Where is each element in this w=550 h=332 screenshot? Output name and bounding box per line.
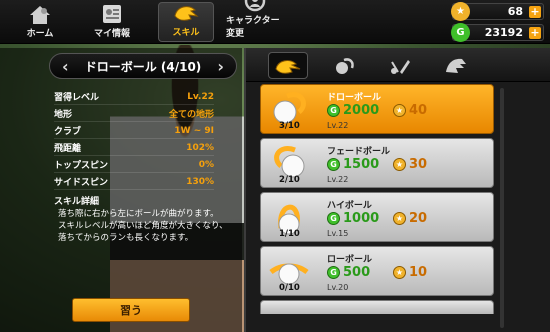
gold-coin-icon: G <box>327 212 340 225</box>
star-cost: ★ 30 <box>393 157 427 172</box>
stat-label: クラブ <box>54 127 82 137</box>
stat-label: 習得レベル <box>54 93 100 103</box>
nav-tab-character-change[interactable]: キャラクター変更 <box>226 0 284 42</box>
gold-count: 23192 <box>484 26 523 39</box>
skill-level: 0/10 <box>279 283 300 293</box>
star-coin-icon: ★ <box>393 266 406 279</box>
next-skill-arrow-icon[interactable]: › <box>217 57 224 76</box>
gold-cost: G 2000 <box>327 103 379 118</box>
nav-tab-label: ホーム <box>26 29 54 39</box>
skill-detail-header: ‹ ドローボール (4/10) › <box>49 53 237 79</box>
required-level: Lv.20 <box>327 283 349 292</box>
skill-category-tabs <box>246 48 550 82</box>
skill-level: 3/10 <box>279 121 300 131</box>
stat-value: Lv.22 <box>187 91 214 102</box>
star-coin-icon: ★ <box>393 104 406 117</box>
skill-card-draw-ball[interactable]: 3/10 ドローボール G 2000 ★ 40 Lv.22 <box>260 84 494 134</box>
star-cost: ★ 40 <box>393 103 427 118</box>
description-line: 落ちてからのランも長くなります。 <box>58 233 194 243</box>
skill-name: ドローボール <box>327 93 382 103</box>
ball-skill-icon <box>275 59 301 74</box>
skill-card-low-ball[interactable]: 0/10 ローボール G 500 ★ 10 Lv.20 <box>260 246 494 296</box>
gold-cost: G 500 <box>327 265 370 280</box>
star-cost: ★ 10 <box>393 265 427 280</box>
description-line: 落ち際に右から左にボールが曲がります。 <box>58 209 219 219</box>
skill-detail-heading: スキル詳細 <box>54 197 100 207</box>
skill-name: ローボール <box>327 255 373 265</box>
skill-list-scrollbar[interactable] <box>500 88 504 328</box>
special-skill-icon <box>446 58 466 73</box>
add-stars-button[interactable]: + <box>529 6 541 18</box>
skill-detail-title: ドローボール (4/10) <box>84 59 202 74</box>
tab-special-skills[interactable] <box>436 52 476 79</box>
stat-label: 地形 <box>54 110 73 120</box>
skill-name: ハイボール <box>327 201 372 211</box>
stat-label: サイドスピン <box>54 178 109 188</box>
skill-name: フェードボール <box>327 147 391 157</box>
stat-value: 1W ~ 9I <box>174 125 214 136</box>
spin-skill-icon <box>336 57 354 74</box>
gold-coin-icon: G <box>327 266 340 279</box>
star-count: 68 <box>507 5 523 18</box>
star-currency: ★ 68 + <box>451 2 544 21</box>
stat-row: トップスピン 0% <box>54 157 214 173</box>
skill-icon <box>173 2 199 24</box>
nav-tab-my-info[interactable]: マイ情報 <box>88 2 136 42</box>
gold-coin-icon: G <box>327 158 340 171</box>
star-coin-icon: ★ <box>393 158 406 171</box>
skill-level: 2/10 <box>279 175 300 185</box>
prev-skill-arrow-icon[interactable]: ‹ <box>62 57 69 76</box>
nav-tab-home[interactable]: ホーム <box>20 2 60 42</box>
skill-card-high-ball[interactable]: 1/10 ハイボール G 1000 ★ 20 Lv.15 <box>260 192 494 242</box>
stat-row: クラブ 1W ~ 9I <box>54 123 214 139</box>
gold-coin-icon: G <box>327 104 340 117</box>
character-change-icon <box>242 0 268 12</box>
skill-description: 落ち際に右から左にボールが曲がります。 スキルレベルが高いほど角度が大きくなり、… <box>58 208 238 244</box>
stat-value: 0% <box>198 159 214 170</box>
star-coin-icon: ★ <box>451 2 470 21</box>
profile-card-icon <box>99 2 125 25</box>
skill-list-panel: 3/10 ドローボール G 2000 ★ 40 Lv.22 2/10 フェードボール… <box>244 48 550 332</box>
stat-row: 習得レベル Lv.22 <box>54 89 214 105</box>
gold-cost: G 1000 <box>327 211 379 226</box>
tab-spin-skills[interactable] <box>324 52 364 79</box>
club-skill-icon <box>391 59 410 74</box>
stat-row: 飛距離 102% <box>54 140 214 156</box>
skill-level: 1/10 <box>279 229 300 239</box>
skill-card-fade-ball[interactable]: 2/10 フェードボール G 1500 ★ 30 Lv.22 <box>260 138 494 188</box>
tab-club-skills[interactable] <box>380 52 420 79</box>
nav-tab-label: キャラクター変更 <box>226 16 280 39</box>
top-nav-bar: ホーム マイ情報 スキル キャラクター変更 ★ 68 + G 23192 + <box>0 0 550 44</box>
stat-value: 102% <box>186 142 214 153</box>
star-cost: ★ 20 <box>393 211 427 226</box>
gold-cost: G 1500 <box>327 157 379 172</box>
skill-card-partial[interactable] <box>260 300 494 314</box>
stat-row: サイドスピン 130% <box>54 174 214 190</box>
stat-value: 全ての地形 <box>168 110 214 120</box>
required-level: Lv.15 <box>327 229 349 238</box>
learn-button[interactable]: 習う <box>72 298 190 322</box>
description-line: スキルレベルが高いほど角度が大きくなり、 <box>58 221 228 231</box>
skill-detail-panel: ‹ ドローボール (4/10) › 習得レベル Lv.22 地形 全ての地形 ク… <box>0 48 242 332</box>
required-level: Lv.22 <box>327 121 349 130</box>
nav-tab-label: スキル <box>172 28 200 38</box>
nav-tab-label: マイ情報 <box>93 29 130 39</box>
star-coin-icon: ★ <box>393 212 406 225</box>
add-gold-button[interactable]: + <box>529 27 541 39</box>
gold-currency: G 23192 + <box>451 23 544 42</box>
stat-row: 地形 全ての地形 <box>54 106 214 122</box>
tab-ball-skills[interactable] <box>268 52 308 79</box>
required-level: Lv.22 <box>327 175 349 184</box>
home-icon <box>27 2 53 25</box>
stat-label: 飛距離 <box>54 144 82 154</box>
stat-value: 130% <box>186 176 214 187</box>
gold-coin-icon: G <box>451 23 470 42</box>
stat-label: トップスピン <box>54 161 109 171</box>
nav-tab-skill[interactable]: スキル <box>158 2 214 42</box>
